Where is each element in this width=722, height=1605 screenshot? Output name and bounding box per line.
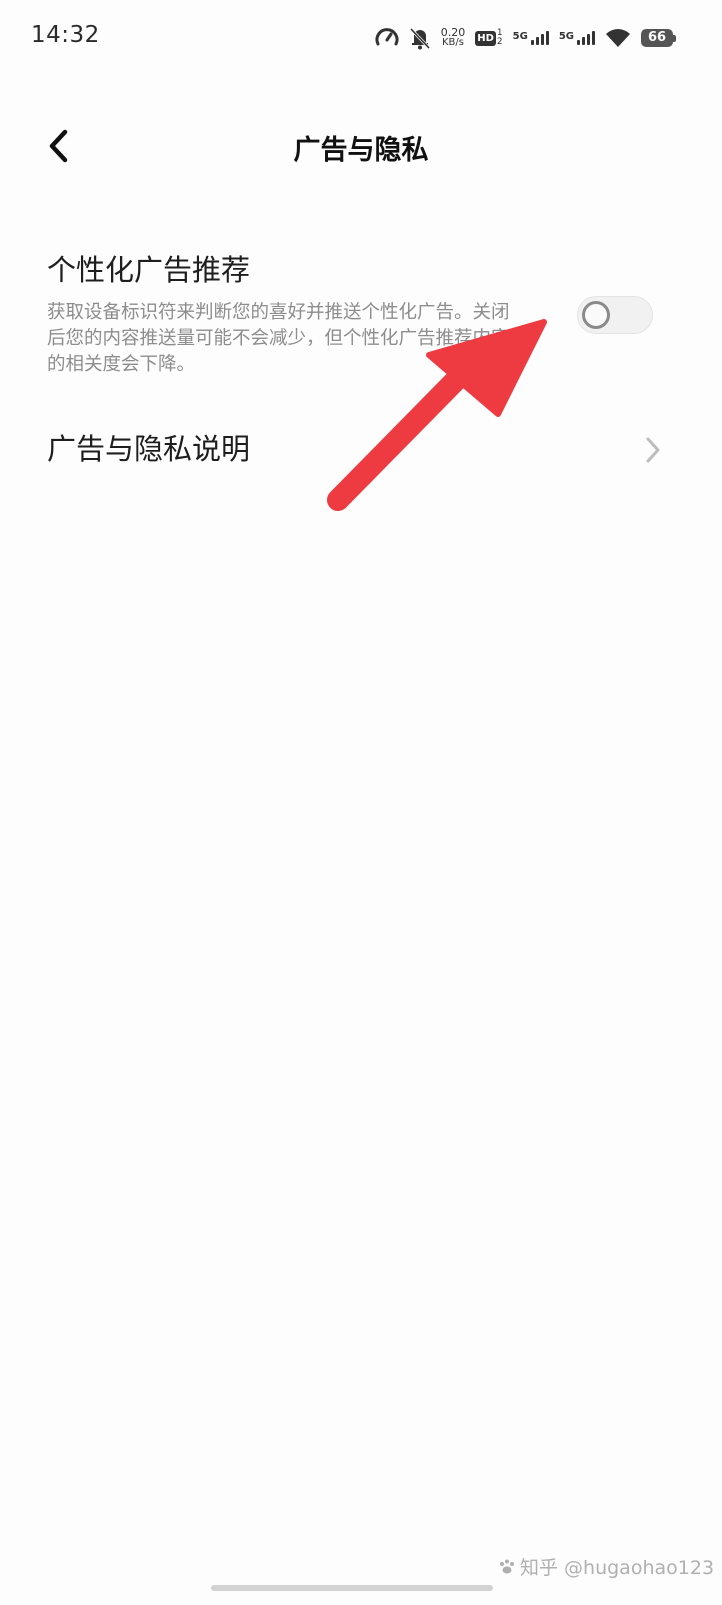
- paw-icon: [500, 1559, 514, 1573]
- watermark-text: 知乎 @hugaohao123: [520, 1557, 715, 1579]
- page-title: 广告与隐私: [293, 135, 429, 166]
- battery-icon: 66: [641, 29, 676, 47]
- toggle-knob: [582, 301, 610, 329]
- hd-voice-badge: HD 1 2: [475, 29, 503, 47]
- setting-title-privacy-explanation: 广告与隐私说明: [47, 432, 251, 466]
- network-speed: 0.20 KB/s: [441, 27, 466, 48]
- signal-1-label: 5G: [512, 31, 528, 42]
- signal-2-label: 5G: [558, 31, 574, 42]
- hd-label: HD: [475, 30, 496, 46]
- signal-icon: 5G: [559, 31, 595, 45]
- status-icons: 0.20 KB/s HD 1 2 5G 5G 66: [375, 24, 676, 52]
- wifi-icon: [605, 28, 631, 48]
- signal-icon: 5G: [513, 31, 549, 45]
- setting-personalized-ads: 个性化广告推荐 获取设备标识符来判断您的喜好并推送个性化广告。关闭后您的内容推送…: [47, 250, 677, 378]
- personalized-ads-toggle[interactable]: [577, 296, 653, 334]
- home-indicator[interactable]: [211, 1585, 493, 1591]
- hd-sim-2: 2: [496, 37, 503, 47]
- battery-level: 66: [641, 29, 673, 47]
- status-time: 14:32: [31, 22, 100, 48]
- red-arrow-icon: [327, 319, 547, 511]
- status-bar: 14:32 0.20 KB/s HD 1 2 5G 5G 66: [0, 0, 722, 72]
- setting-title-personalized-ads: 个性化广告推荐: [47, 253, 251, 287]
- network-speed-unit: KB/s: [442, 37, 464, 48]
- setting-privacy-explanation[interactable]: 广告与隐私说明: [47, 425, 677, 475]
- bell-off-icon: [409, 26, 431, 50]
- chevron-right-icon: [646, 437, 660, 463]
- watermark: 知乎 @hugaohao123: [498, 1553, 714, 1580]
- speedometer-icon: [375, 27, 399, 49]
- setting-description: 获取设备标识符来判断您的喜好并推送个性化广告。关闭后您的内容推送量可能不会减少，…: [47, 302, 510, 375]
- header: 广告与隐私: [0, 110, 722, 182]
- hd-sim-numbers: 1 2: [497, 29, 503, 47]
